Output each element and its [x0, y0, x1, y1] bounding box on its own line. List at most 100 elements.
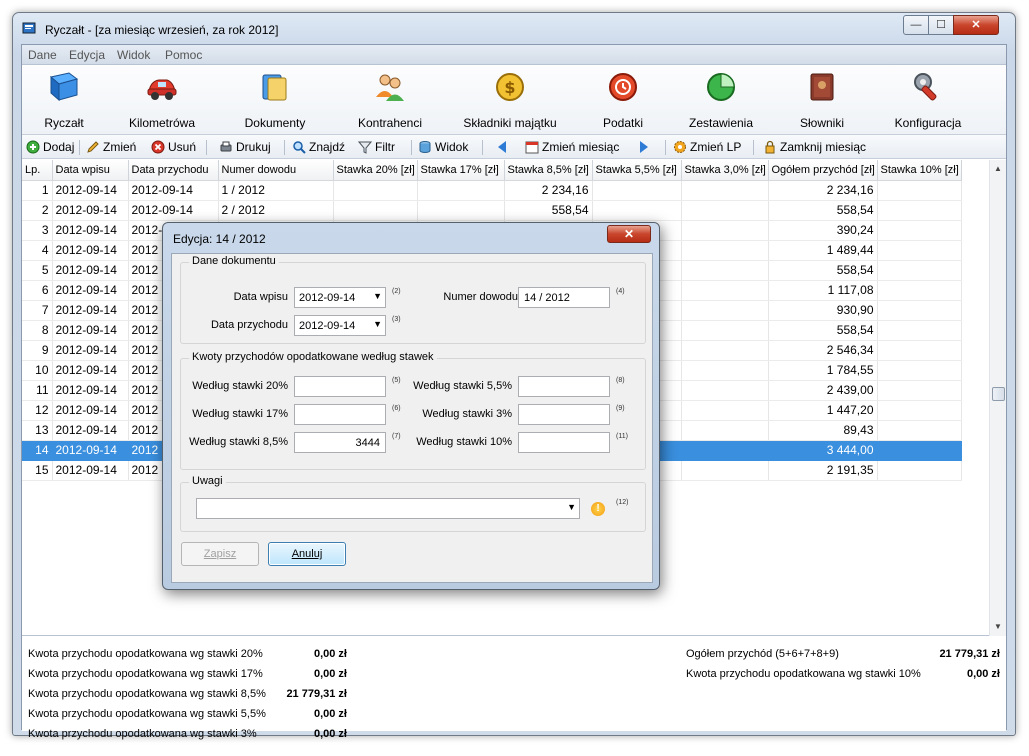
table-cell [877, 320, 962, 341]
column-header[interactable]: Numer dowodu [218, 160, 334, 181]
print-button[interactable]: Drukuj [219, 139, 271, 155]
dokumenty-button[interactable]: Dokumenty [240, 65, 310, 135]
kontrahenci-button[interactable]: Kontrahenci [350, 65, 430, 135]
table-cell: 558,54 [768, 200, 878, 221]
menu-edycja[interactable]: Edycja [69, 48, 105, 62]
rate85-field[interactable]: 3444 [294, 432, 386, 453]
column-header[interactable]: Stawka 10% [zł] [877, 160, 962, 181]
scroll-down-icon[interactable]: ▼ [994, 622, 1002, 631]
ryczalt-button[interactable]: Ryczałt [32, 65, 96, 135]
prev-month-button[interactable] [496, 139, 508, 155]
title-bar[interactable]: Ryczałt - [za miesiąc wrzesień, za rok 2… [13, 13, 1015, 43]
skladniki-button[interactable]: $ Składniki majątku [460, 65, 560, 135]
arrow-left-icon [498, 141, 506, 153]
cancel-label: Anuluj [291, 548, 323, 560]
column-header[interactable]: Stawka 5,5% [zł] [592, 160, 682, 181]
find-button[interactable]: Znajdź [292, 139, 345, 155]
vertical-scrollbar[interactable]: ▲ ▼ [989, 160, 1006, 636]
menu-dane[interactable]: Dane [28, 48, 57, 62]
table-row[interactable]: 2 2012-09-14 2012-09-14 2 / 2012 558,54 558,5… [22, 200, 962, 221]
column-header[interactable]: Stawka 3,0% [zł] [681, 160, 769, 181]
rate20-field[interactable] [294, 376, 386, 397]
sum-value-3: 0,00 zł [313, 728, 347, 740]
table-cell: 2012-09-14 [52, 400, 129, 421]
table-cell: 2012-09-14 [128, 200, 219, 221]
table-cell [681, 300, 769, 321]
car-icon [147, 79, 177, 100]
konfiguracja-button[interactable]: Konfiguracja [888, 65, 968, 135]
table-cell: 2 439,00 [768, 380, 878, 401]
column-header[interactable]: Lp. [22, 160, 53, 181]
field-number: (3) [392, 316, 401, 323]
table-cell: 14 [22, 440, 53, 461]
edit-button[interactable]: Zmień [86, 139, 136, 155]
change-month-label: Zmień miesiąc [542, 140, 620, 154]
table-cell [877, 420, 962, 441]
view-button[interactable]: Widok [418, 139, 468, 155]
column-header[interactable]: Stawka 8,5% [zł] [504, 160, 593, 181]
rate3-field[interactable] [518, 404, 610, 425]
rate17-field[interactable] [294, 404, 386, 425]
slowniki-button[interactable]: Słowniki [792, 65, 852, 135]
date-income-field[interactable]: 2012-09-14 ▼ [294, 315, 386, 336]
table-cell [877, 300, 962, 321]
column-header[interactable]: Ogółem przychód [zł] [768, 160, 878, 181]
table-cell: 15 [22, 460, 53, 481]
sum-value-total: 21 779,31 zł [939, 648, 1000, 660]
scroll-thumb[interactable] [992, 387, 1005, 401]
change-lp-button[interactable]: Zmień LP [673, 139, 741, 155]
search-icon [293, 141, 306, 154]
dialog-title: Edycja: 14 / 2012 [173, 232, 266, 246]
rate10-field[interactable] [518, 432, 610, 453]
main-toolbar: Ryczałt Kilometrówa Dokumenty Kontrahenc… [22, 65, 1006, 135]
close-window-button[interactable]: ✕ [953, 15, 999, 35]
chevron-down-icon[interactable]: ▼ [373, 319, 382, 329]
doc-number-field[interactable]: 14 / 2012 [518, 287, 610, 308]
doc-number-label: Numer dowodu [443, 291, 518, 303]
sum-value-85: 21 779,31 zł [286, 688, 347, 700]
date-income-value: 2012-09-14 [299, 320, 356, 332]
notes-field[interactable]: ▼ [196, 498, 580, 519]
kilometrowa-button[interactable]: Kilometrówa [122, 65, 202, 135]
table-cell: 1 / 2012 [218, 180, 334, 201]
book-icon [49, 72, 79, 102]
table-cell [877, 220, 962, 241]
column-header[interactable]: Stawka 20% [zł] [333, 160, 418, 181]
scroll-up-icon[interactable]: ▲ [994, 164, 1002, 173]
minimize-button[interactable]: — [903, 15, 929, 35]
change-month-button[interactable]: Zmień miesiąc [525, 139, 619, 155]
column-header[interactable]: Data przychodu [128, 160, 219, 181]
pie-chart-icon [707, 73, 735, 101]
save-button[interactable]: Zapisz [181, 542, 259, 566]
table-cell: 2012-09-14 [52, 260, 129, 281]
table-cell: 2012-09-14 [52, 420, 129, 441]
maximize-button[interactable]: ☐ [928, 15, 954, 35]
rate55-field[interactable] [518, 376, 610, 397]
chevron-down-icon[interactable]: ▼ [567, 502, 576, 512]
date-entry-field[interactable]: 2012-09-14 ▼ [294, 287, 386, 308]
column-header[interactable]: Data wpisu [52, 160, 129, 181]
menu-widok[interactable]: Widok [117, 48, 150, 62]
cancel-button[interactable]: Anuluj [268, 542, 346, 566]
zestawienia-button[interactable]: Zestawienia [686, 65, 756, 135]
chevron-down-icon[interactable]: ▼ [373, 291, 382, 301]
table-row[interactable]: 1 2012-09-14 2012-09-14 1 / 2012 2 234,16 2 2… [22, 180, 962, 201]
dialog-close-button[interactable]: ✕ [607, 225, 651, 243]
separator [284, 140, 285, 155]
sum-label-85: Kwota przychodu opodatkowana wg stawki 8… [28, 688, 266, 700]
rate55-label: Według stawki 5,5% [413, 380, 512, 392]
printer-icon [220, 141, 232, 152]
rates-group-title: Kwoty przychodów opodatkowane według sta… [189, 351, 437, 363]
filter-button[interactable]: Filtr [358, 139, 395, 155]
dokumenty-label: Dokumenty [244, 116, 306, 130]
close-month-button[interactable]: Zamknij miesiąc [763, 139, 866, 155]
action-toolbar: Dodaj Zmień Usuń Drukuj Znajdź Filtr Wid… [22, 135, 1006, 159]
menu-pomoc[interactable]: Pomoc [165, 48, 202, 62]
add-button[interactable]: Dodaj [26, 139, 74, 155]
slowniki-label: Słowniki [799, 116, 844, 130]
next-month-button[interactable] [638, 139, 650, 155]
delete-button[interactable]: Usuń [151, 139, 196, 155]
podatki-button[interactable]: Podatki [590, 65, 656, 135]
column-header[interactable]: Stawka 17% [zł] [417, 160, 505, 181]
separator [79, 140, 80, 155]
